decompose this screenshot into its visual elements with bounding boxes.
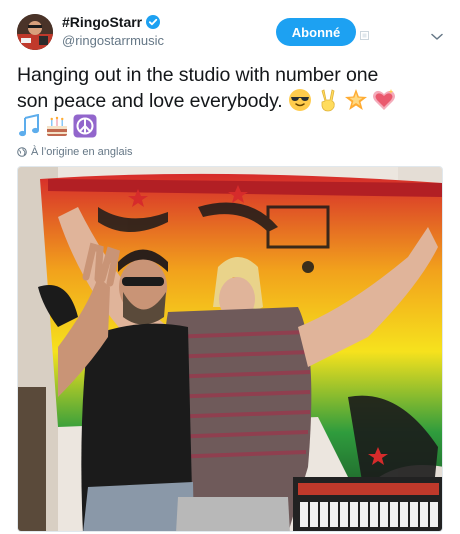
tweet-text-line-2-text: son peace and love everybody.	[17, 90, 283, 112]
verified-badge-icon	[146, 15, 161, 29]
smiling-face-with-sunglasses-icon	[288, 88, 312, 112]
translate-link[interactable]: À l’origine en anglais	[17, 146, 133, 158]
glowing-star-icon	[344, 88, 368, 112]
tweet-text-line-2: son peace and love everybody.	[17, 88, 447, 114]
chevron-down-icon[interactable]	[431, 28, 443, 40]
display-name-row: #RingoStarr	[62, 13, 164, 31]
birthday-cake-icon	[45, 114, 69, 138]
user-handle[interactable]: @ringostarrmusic	[62, 32, 164, 49]
following-button[interactable]: Abonné	[276, 18, 356, 46]
block-icon[interactable]	[360, 27, 369, 40]
peace-symbol-icon	[73, 114, 97, 138]
tweet-card: #RingoStarr @ringostarrmusic Abonné Hang…	[0, 0, 460, 534]
translate-label: À l’origine en anglais	[31, 146, 133, 158]
avatar[interactable]	[17, 14, 53, 50]
display-name[interactable]: #RingoStarr	[62, 13, 142, 31]
tweet-text-line-3	[17, 113, 447, 140]
victory-hand-icon	[316, 88, 340, 112]
musical-notes-icon	[17, 113, 41, 138]
tweet-text: Hanging out in the studio with number on…	[17, 62, 447, 140]
tweet-photo[interactable]	[17, 166, 443, 532]
globe-icon	[17, 147, 27, 157]
sparkling-heart-icon	[372, 88, 396, 112]
tweet-text-line-1: Hanging out in the studio with number on…	[17, 64, 379, 86]
user-names: #RingoStarr @ringostarrmusic	[62, 13, 164, 49]
